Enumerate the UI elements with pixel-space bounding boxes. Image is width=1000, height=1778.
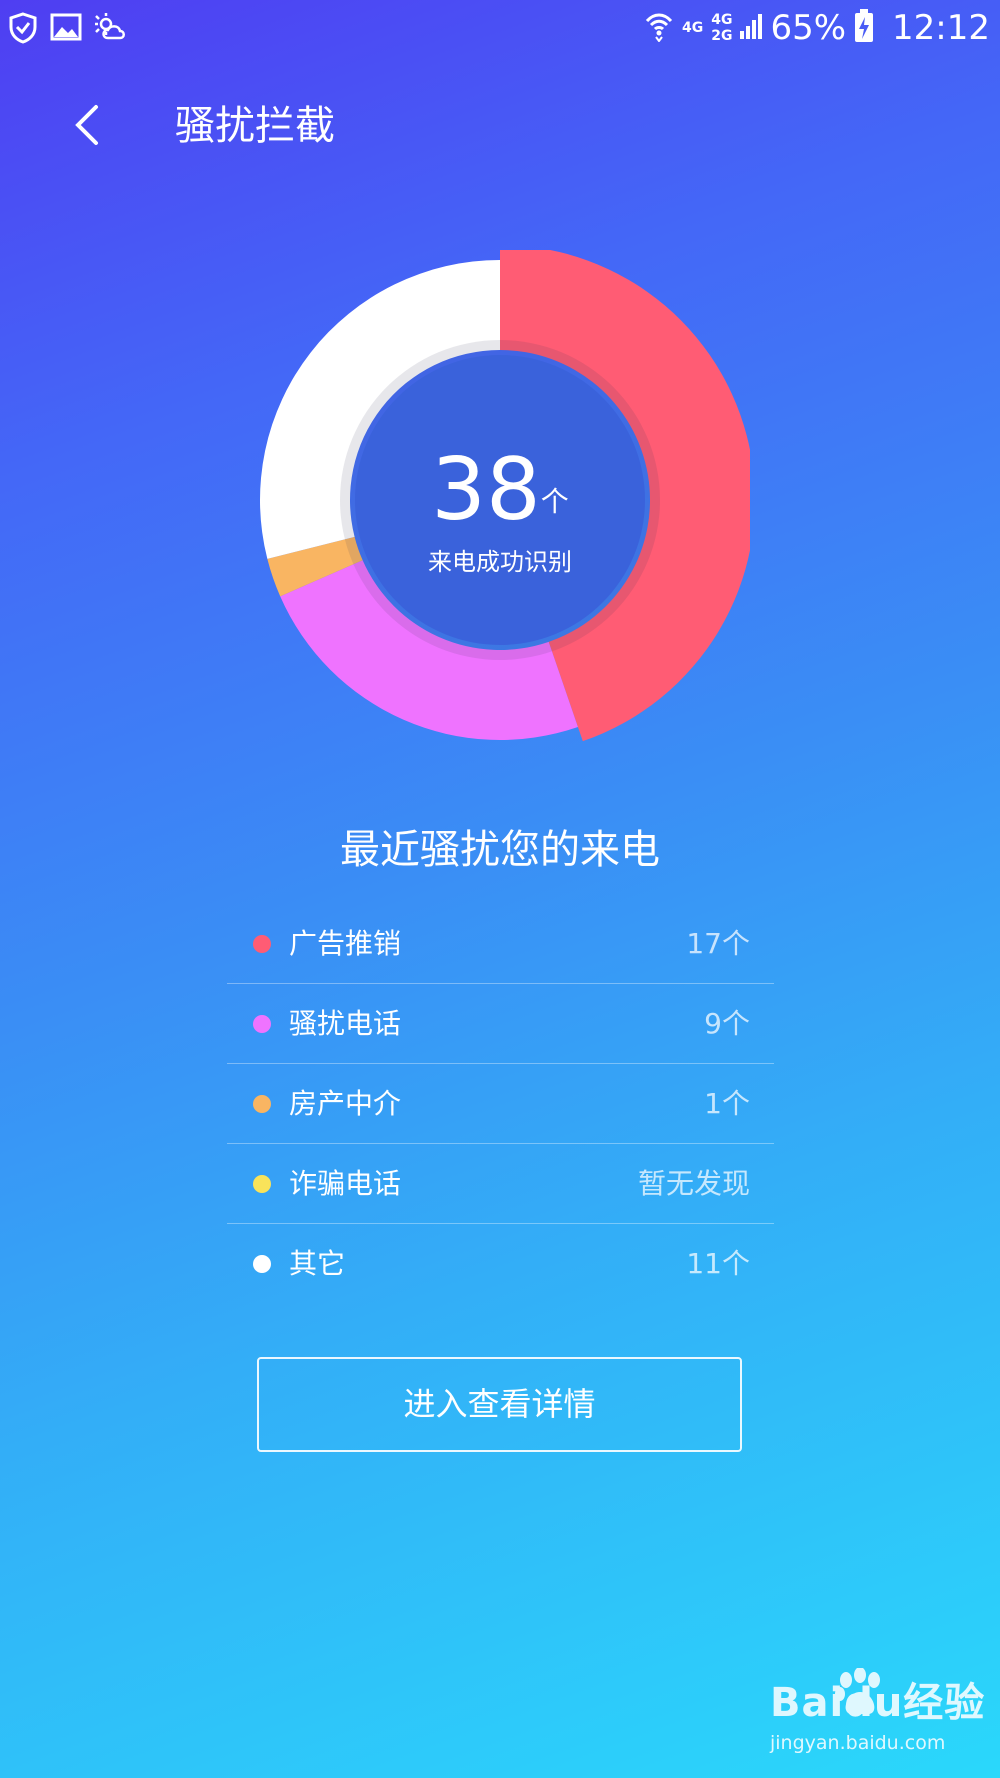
weather-icon bbox=[94, 12, 128, 46]
network-type-primary: 4G bbox=[681, 20, 704, 36]
category-count: 11个 bbox=[686, 1247, 750, 1280]
baidu-watermark: Baidu经验 jingyan.baidu.com bbox=[760, 1668, 990, 1768]
clock: 12:12 bbox=[892, 8, 990, 48]
list-item-ads[interactable]: 广告推销 17个 bbox=[227, 904, 774, 984]
list-item-harassment[interactable]: 骚扰电话 9个 bbox=[227, 984, 774, 1064]
watermark-url: jingyan.baidu.com bbox=[770, 1732, 946, 1754]
category-count: 9个 bbox=[704, 1007, 750, 1040]
category-list: 广告推销 17个 骚扰电话 9个 房产中介 1个 诈骗电话 暂无发现 其它 11… bbox=[227, 904, 774, 1304]
battery-charging-icon bbox=[854, 9, 874, 47]
category-count: 17个 bbox=[686, 927, 750, 960]
view-details-button[interactable]: 进入查看详情 bbox=[257, 1357, 742, 1452]
total-count: 38个 bbox=[250, 440, 750, 552]
list-item-other[interactable]: 其它 11个 bbox=[227, 1224, 774, 1304]
wifi-icon bbox=[644, 10, 674, 46]
status-bar: 4G 4G 2G 65% 12:12 bbox=[0, 0, 1000, 56]
donut-chart: 38个 来电成功识别 bbox=[250, 250, 750, 750]
gallery-icon bbox=[50, 12, 82, 46]
battery-percent: 65% bbox=[770, 8, 847, 48]
legend-dot bbox=[253, 1095, 271, 1113]
legend-dot bbox=[253, 935, 271, 953]
back-button[interactable] bbox=[62, 100, 112, 150]
list-item-fraud[interactable]: 诈骗电话 暂无发现 bbox=[227, 1144, 774, 1224]
total-count-unit: 个 bbox=[540, 485, 569, 518]
shield-check-icon bbox=[8, 12, 38, 48]
category-count: 暂无发现 bbox=[637, 1167, 750, 1200]
category-name: 诈骗电话 bbox=[289, 1167, 402, 1200]
chevron-left-icon bbox=[75, 105, 98, 145]
category-count: 1个 bbox=[704, 1087, 750, 1120]
legend-dot bbox=[253, 1255, 271, 1273]
total-count-label: 来电成功识别 bbox=[428, 548, 572, 576]
network-type-secondary: 4G 2G bbox=[711, 12, 733, 44]
legend-dot bbox=[253, 1175, 271, 1193]
recent-calls-title: 最近骚扰您的来电 bbox=[340, 827, 660, 873]
category-name: 广告推销 bbox=[289, 927, 402, 960]
category-name: 骚扰电话 bbox=[289, 1007, 402, 1040]
watermark-brand: Baidu经验 bbox=[770, 1680, 986, 1726]
list-item-real-estate[interactable]: 房产中介 1个 bbox=[227, 1064, 774, 1144]
total-count-number: 38 bbox=[431, 440, 541, 540]
page-title: 骚扰拦截 bbox=[175, 103, 335, 149]
legend-dot bbox=[253, 1015, 271, 1033]
category-name: 房产中介 bbox=[289, 1087, 402, 1120]
category-name: 其它 bbox=[289, 1247, 346, 1280]
signal-icon bbox=[740, 13, 763, 43]
